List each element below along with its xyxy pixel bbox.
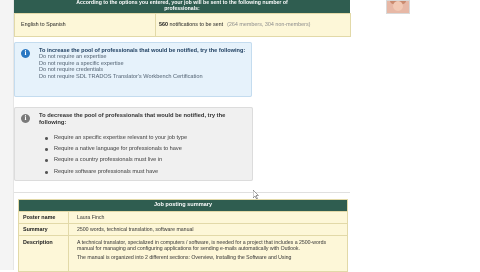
- increase-pool-tip: i To increase the pool of professionals …: [14, 42, 252, 97]
- header-line-2: professionals:: [164, 6, 200, 12]
- increase-pool-list: Do not require an expertise Do not requi…: [39, 54, 247, 80]
- description-value: A technical translator, specialized in c…: [77, 236, 343, 265]
- notification-breakdown: (264 members, 304 non-members): [227, 22, 311, 28]
- language-pair: English to Spanish: [15, 14, 156, 36]
- description-paragraph: The manual is organized into 2 different…: [77, 255, 292, 262]
- notification-count-number: 560: [159, 22, 168, 28]
- increase-pool-text: To increase the pool of professionals th…: [39, 48, 247, 80]
- description-paragraph: A technical translator, specialized in c…: [77, 240, 327, 253]
- page: According to the options you entered, yo…: [0, 0, 480, 272]
- job-posting-summary: Job posting summary Poster name Laura Fi…: [18, 199, 348, 272]
- list-item: Require a native language for profession…: [45, 144, 187, 155]
- list-item: Do not require SDL TRADOS Translator's W…: [39, 73, 203, 80]
- summary-header: Job posting summary: [19, 200, 347, 211]
- list-item: Require a country professionals must liv…: [45, 155, 187, 166]
- mouse-cursor-icon: [253, 190, 259, 199]
- decrease-pool-tip: i To decrease the pool of professionals …: [14, 107, 253, 181]
- notification-count: 560 notifications to be sent (264 members…: [155, 14, 349, 36]
- description-label: Description: [19, 236, 69, 272]
- notification-table-row: English to Spanish 560 notifications to …: [14, 13, 351, 37]
- avatar-face: [393, 1, 403, 11]
- info-icon: i: [21, 114, 30, 123]
- avatar[interactable]: [386, 0, 410, 14]
- table-row: Description A technical translator, spec…: [19, 235, 347, 272]
- left-gutter: [0, 0, 14, 270]
- info-icon: i: [21, 49, 30, 58]
- decrease-pool-title: To decrease the pool of professionals th…: [39, 113, 226, 126]
- decrease-pool-list: Require an specific expertise relevant t…: [45, 133, 187, 178]
- list-item: Require an specific expertise relevant t…: [45, 133, 187, 144]
- notification-count-header: According to the options you entered, yo…: [14, 0, 350, 13]
- list-item: Require software professionals must have: [45, 167, 187, 178]
- divider: [14, 192, 350, 193]
- notification-count-suffix: notifications to be sent: [168, 22, 224, 28]
